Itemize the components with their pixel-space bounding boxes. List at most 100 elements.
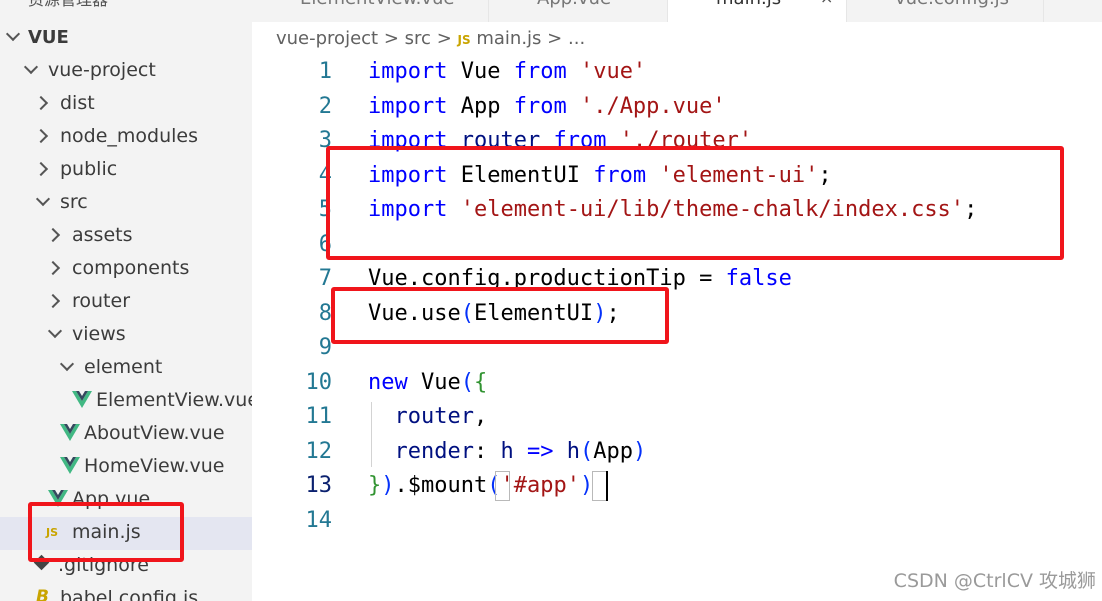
tree-item-label: node_modules: [60, 125, 199, 147]
tab-vue-config-js[interactable]: vue.config.js: [847, 0, 1044, 22]
line-number: 12: [305, 438, 333, 464]
highlight-box-main-js: [28, 502, 184, 562]
code-line[interactable]: 13 }).$mount('#app'): [252, 469, 1102, 504]
tab-label: main.js: [716, 0, 781, 9]
breadcrumb-item[interactable]: src: [405, 28, 431, 49]
tree-item-label: vue-project: [48, 59, 156, 81]
explorer-title: 资源管理器: [28, 0, 108, 10]
line-number: 10: [305, 369, 333, 395]
code-text: render: h => h(App): [394, 438, 647, 464]
tree-item-components[interactable]: components: [0, 253, 252, 286]
vue-icon: [60, 424, 80, 441]
chevron-right-icon: [33, 161, 49, 177]
tree-item-label: HomeView.vue: [84, 455, 225, 477]
tree-item-label: public: [60, 158, 118, 180]
tree-item-label: babel.config.js: [60, 587, 199, 601]
code-line[interactable]: 10 new Vue({: [252, 366, 1102, 401]
text-caret: [606, 471, 608, 501]
chevron-down-icon: [23, 59, 39, 75]
line-number: 14: [305, 507, 333, 533]
code-text: router,: [394, 404, 488, 429]
line-number: 2: [318, 93, 332, 119]
tree-item-dist[interactable]: dist: [0, 88, 252, 121]
chevron-right-icon: [45, 260, 61, 276]
js-icon: JS: [457, 33, 471, 47]
tree-item-node-modules[interactable]: node_modules: [0, 121, 252, 154]
tree-item-homeview-vue[interactable]: HomeView.vue: [0, 451, 252, 484]
breadcrumb-separator: >: [436, 28, 452, 49]
watermark: CSDN @CtrlCV 攻城狮: [893, 570, 1096, 592]
indent-guide: [371, 402, 372, 467]
tab-app-vue[interactable]: App.vue: [489, 0, 668, 22]
code-text: }).$mount('#app'): [368, 473, 594, 498]
breadcrumb: vue-project > src > JS main.js > ...: [276, 28, 585, 49]
tree-item-elementview-vue[interactable]: ElementView.vue: [0, 385, 252, 418]
bracket-match-highlight: [495, 471, 510, 501]
code-line[interactable]: 2 import App from './App.vue': [252, 90, 1102, 125]
tree-item-views[interactable]: views: [0, 319, 252, 352]
tab-label: ElementView.vue: [300, 0, 454, 9]
tree-item-label: assets: [72, 224, 133, 246]
tree-item-label: element: [84, 356, 163, 378]
code-line[interactable]: 1 import Vue from 'vue': [252, 55, 1102, 90]
line-number: 3: [318, 128, 332, 153]
tree-item-label: VUE: [28, 27, 69, 48]
breadcrumb-separator: >: [383, 28, 399, 49]
chevron-down-icon: [35, 191, 51, 207]
line-number: 11: [305, 404, 333, 429]
chevron-right-icon: [45, 227, 61, 243]
code-text: import Vue from 'vue': [368, 59, 647, 84]
tree-item-assets[interactable]: assets: [0, 220, 252, 253]
editor-tab-bar: ElementView.vue App.vue main.js × vue.co…: [252, 0, 1102, 22]
tree-item-label: components: [72, 257, 190, 279]
line-number: 4: [318, 162, 332, 188]
line-number: 5: [318, 197, 332, 222]
tree-item-public[interactable]: public: [0, 154, 252, 187]
code-line[interactable]: 11 router,: [252, 400, 1102, 435]
code-line[interactable]: 12 render: h => h(App): [252, 435, 1102, 470]
breadcrumb-item[interactable]: main.js: [476, 28, 541, 49]
chevron-down-icon: [59, 356, 75, 372]
tree-item-label: src: [60, 191, 88, 213]
line-number: 13: [305, 473, 333, 498]
tab-label: vue.config.js: [895, 0, 1009, 9]
tree-item-vue-project[interactable]: vue-project: [0, 55, 252, 88]
line-number: 9: [318, 335, 332, 360]
breadcrumb-item[interactable]: vue-project: [276, 28, 378, 49]
tree-item-label: AboutView.vue: [84, 422, 225, 444]
bracket-match-highlight: [592, 471, 607, 501]
chevron-right-icon: [33, 95, 49, 111]
tree-item-label: dist: [60, 92, 95, 114]
highlight-box-vue-use: [331, 287, 669, 344]
code-text: import App from './App.vue': [368, 93, 726, 119]
line-number: 6: [318, 231, 332, 257]
line-number: 8: [318, 300, 332, 326]
line-number: 1: [318, 59, 332, 84]
tree-item-vue-root[interactable]: VUE: [0, 22, 252, 55]
tree-item-label: router: [72, 290, 131, 312]
close-icon[interactable]: ×: [820, 0, 833, 7]
line-number: 7: [318, 266, 332, 291]
tree-item-element[interactable]: element: [0, 352, 252, 385]
code-line[interactable]: 14: [252, 504, 1102, 539]
tree-item-label: views: [72, 323, 126, 345]
chevron-right-icon: [45, 293, 61, 309]
breadcrumb-separator: >: [547, 28, 563, 49]
tree-item-src[interactable]: src: [0, 187, 252, 220]
chevron-right-icon: [33, 128, 49, 144]
tab-elementview-vue[interactable]: ElementView.vue: [252, 0, 489, 22]
tab-label: App.vue: [537, 0, 611, 9]
code-text: new Vue({: [368, 369, 488, 395]
chevron-down-icon: [47, 323, 63, 339]
vue-icon: [72, 391, 92, 408]
vue-icon: [60, 457, 80, 474]
tree-item-label: ElementView.vue: [96, 389, 252, 411]
tree-item-aboutview-vue[interactable]: AboutView.vue: [0, 418, 252, 451]
babel-icon: B: [36, 587, 49, 601]
tree-item-router[interactable]: router: [0, 286, 252, 319]
highlight-box-imports: [326, 146, 1064, 260]
breadcrumb-item[interactable]: ...: [568, 28, 585, 49]
tab-main-js[interactable]: main.js ×: [668, 0, 847, 22]
chevron-down-icon: [5, 26, 21, 42]
tree-item-babel-config[interactable]: B babel.config.js: [0, 583, 252, 601]
